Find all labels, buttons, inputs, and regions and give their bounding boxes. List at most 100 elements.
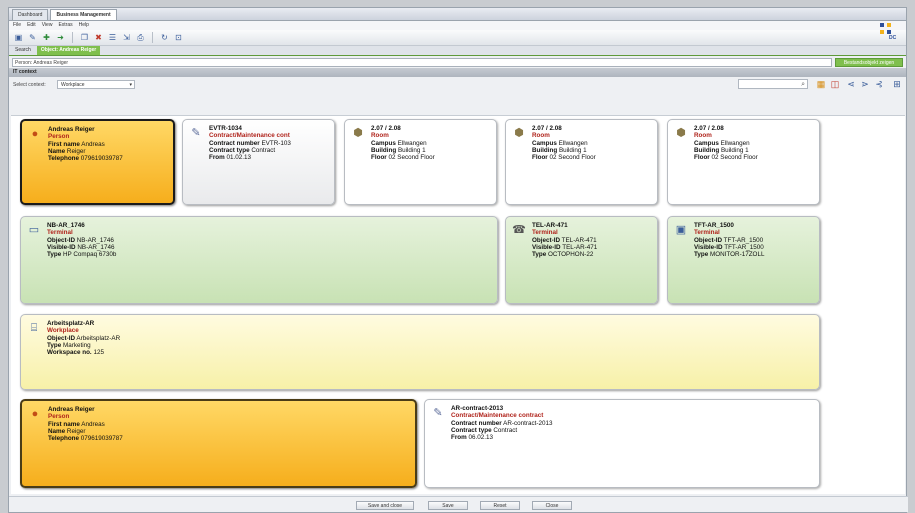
- field-value: OCTOPHON-22: [547, 251, 594, 259]
- print-icon[interactable]: ⎙: [135, 32, 146, 43]
- list-icon[interactable]: ☰: [107, 32, 118, 43]
- card-row: Object-ID Arbeitsplatz-AR: [47, 335, 813, 342]
- card-row: Object-ID TEL-AR-471: [532, 237, 651, 244]
- card-row: Type Marketing: [47, 342, 813, 349]
- room-icon: ⬢: [514, 127, 524, 139]
- card-room[interactable]: ⬢ 2.07 / 2.08 Room Campus Ellwangen Buil…: [344, 119, 497, 205]
- tab-dashboard[interactable]: Dashboard: [12, 9, 49, 20]
- save-button[interactable]: Save: [428, 501, 468, 510]
- field-label: Visible-ID: [532, 243, 561, 251]
- tree-expand-icon[interactable]: ⋗: [859, 78, 871, 90]
- lock-icon[interactable]: ⊡: [173, 32, 184, 43]
- card-terminal[interactable]: ▣ TFT-AR_1500 Terminal Object-ID TFT-AR_…: [667, 216, 820, 304]
- card-row: Visible-ID TEL-AR-471: [532, 244, 651, 251]
- field-value: HP Compaq 6730b: [62, 251, 117, 259]
- menu-edit[interactable]: Edit: [27, 21, 36, 30]
- search-input[interactable]: ⌕: [738, 79, 808, 89]
- menu-view[interactable]: View: [42, 21, 53, 30]
- person-icon: ●: [31, 128, 39, 140]
- layout-icon[interactable]: ▦: [815, 78, 827, 90]
- company-logo: DC: [878, 22, 900, 44]
- field-label: Type: [532, 251, 547, 259]
- show-object-button[interactable]: Bestandsobjekt zeigen: [835, 57, 903, 67]
- context-select[interactable]: Workplace ▾: [57, 80, 135, 89]
- object-field[interactable]: Person: Andreas Reiger: [12, 57, 832, 67]
- field-label: Floor: [532, 154, 548, 162]
- card-type: Room: [371, 132, 389, 140]
- save-and-close-button[interactable]: Save and close: [356, 501, 414, 510]
- field-value: Arbeitsplatz-AR: [76, 334, 121, 342]
- room-icon: ⬢: [676, 127, 686, 139]
- field-value: Building 1: [397, 146, 426, 154]
- menu-extras[interactable]: Extras: [58, 21, 72, 30]
- card-room[interactable]: ⬢ 2.07 / 2.08 Room Campus Ellwangen Buil…: [505, 119, 658, 205]
- field-label: Object-ID: [47, 236, 75, 244]
- field-label: Object-ID: [694, 236, 722, 244]
- tab-object[interactable]: Object: Andreas Reiger: [36, 46, 101, 55]
- field-value: 02 Second Floor: [549, 154, 596, 162]
- card-title: Arbeitsplatz-AR: [47, 320, 95, 327]
- field-value: NB-AR_1746: [77, 243, 115, 251]
- card-contract[interactable]: ✎ AR-contract-2013 Contract/Maintenance …: [424, 399, 820, 488]
- tab-business-management[interactable]: Business Management: [50, 9, 117, 20]
- toolbar-separator: [152, 32, 153, 43]
- copy-icon[interactable]: ❐: [79, 32, 90, 43]
- field-value: Reiger: [66, 427, 86, 435]
- export-icon[interactable]: ⇲: [121, 32, 132, 43]
- logo-square: [880, 30, 884, 34]
- add-icon[interactable]: ✚: [41, 32, 52, 43]
- reset-button[interactable]: Reset: [480, 501, 520, 510]
- graph-icon[interactable]: ◫: [829, 78, 841, 90]
- search-icon: ⌕: [801, 81, 805, 88]
- context-canvas: ● Andreas Reiger Person First name Andre…: [11, 115, 905, 494]
- card-contract[interactable]: ✎ EVTR-1034 Contract/Maintenance cont Co…: [182, 119, 335, 205]
- tree-icon[interactable]: ⋖: [845, 78, 857, 90]
- logo-square: [880, 23, 884, 27]
- card-row: Building Building 1: [371, 147, 490, 154]
- refresh-icon[interactable]: ↻: [159, 32, 170, 43]
- card-person[interactable]: ● Andreas Reiger Person First name Andre…: [20, 119, 175, 205]
- field-value: MONITOR-17ZOLL: [709, 251, 765, 259]
- card-row: Telephone 079619039787: [48, 435, 409, 442]
- field-label: From: [209, 154, 225, 162]
- field-value: 079619039787: [80, 435, 123, 443]
- field-label: Campus: [371, 139, 396, 147]
- section-title: IT context: [9, 68, 906, 77]
- export-view-icon[interactable]: ⊞: [891, 78, 903, 90]
- menu-help[interactable]: Help: [79, 21, 89, 30]
- card-row: Campus Ellwangen: [371, 140, 490, 147]
- card-title: EVTR-1034: [209, 125, 242, 132]
- close-button[interactable]: Close: [532, 501, 572, 510]
- field-value: Andreas: [81, 140, 105, 148]
- card-title: 2.07 / 2.08: [532, 125, 562, 132]
- field-label: Telephone: [48, 155, 80, 163]
- card-row: Floor 02 Second Floor: [371, 154, 490, 161]
- field-value: Building 1: [720, 146, 749, 154]
- card-workplace[interactable]: ⌸ Arbeitsplatz-AR Workplace Object-ID Ar…: [20, 314, 820, 390]
- field-label: Building: [694, 146, 720, 154]
- card-row: First name Andreas: [48, 421, 409, 428]
- field-value: Contract: [251, 146, 276, 154]
- menu-file[interactable]: File: [13, 21, 21, 30]
- edit-icon[interactable]: ✎: [27, 32, 38, 43]
- card-terminal[interactable]: ☎ TEL-AR-471 Terminal Object-ID TEL-AR-4…: [505, 216, 658, 304]
- card-row: First name Andreas: [48, 141, 167, 148]
- card-terminal[interactable]: ▭ NB-AR_1746 Terminal Object-ID NB-AR_17…: [20, 216, 498, 304]
- field-value: NB-AR_1746: [76, 236, 114, 244]
- field-label: Contract type: [209, 146, 250, 154]
- card-row: Building Building 1: [694, 147, 813, 154]
- save-icon[interactable]: ▣: [13, 32, 24, 43]
- card-person[interactable]: ● Andreas Reiger Person First name Andre…: [20, 399, 417, 488]
- card-row: Contract number EVTR-103: [209, 140, 328, 147]
- field-label: Visible-ID: [694, 243, 723, 251]
- network-icon[interactable]: ⊰: [873, 78, 885, 90]
- app-window: Dashboard Business Management File Edit …: [8, 7, 908, 513]
- card-room[interactable]: ⬢ 2.07 / 2.08 Room Campus Ellwangen Buil…: [667, 119, 820, 205]
- toolbar-separator: [72, 32, 73, 43]
- context-label: Select context:: [13, 81, 46, 88]
- tab-search[interactable]: Search: [11, 46, 35, 55]
- card-title: TFT-AR_1500: [694, 222, 734, 229]
- delete-icon[interactable]: ✖: [93, 32, 104, 43]
- forward-icon[interactable]: ➜: [55, 32, 66, 43]
- card-row: From 06.02.13: [451, 434, 813, 441]
